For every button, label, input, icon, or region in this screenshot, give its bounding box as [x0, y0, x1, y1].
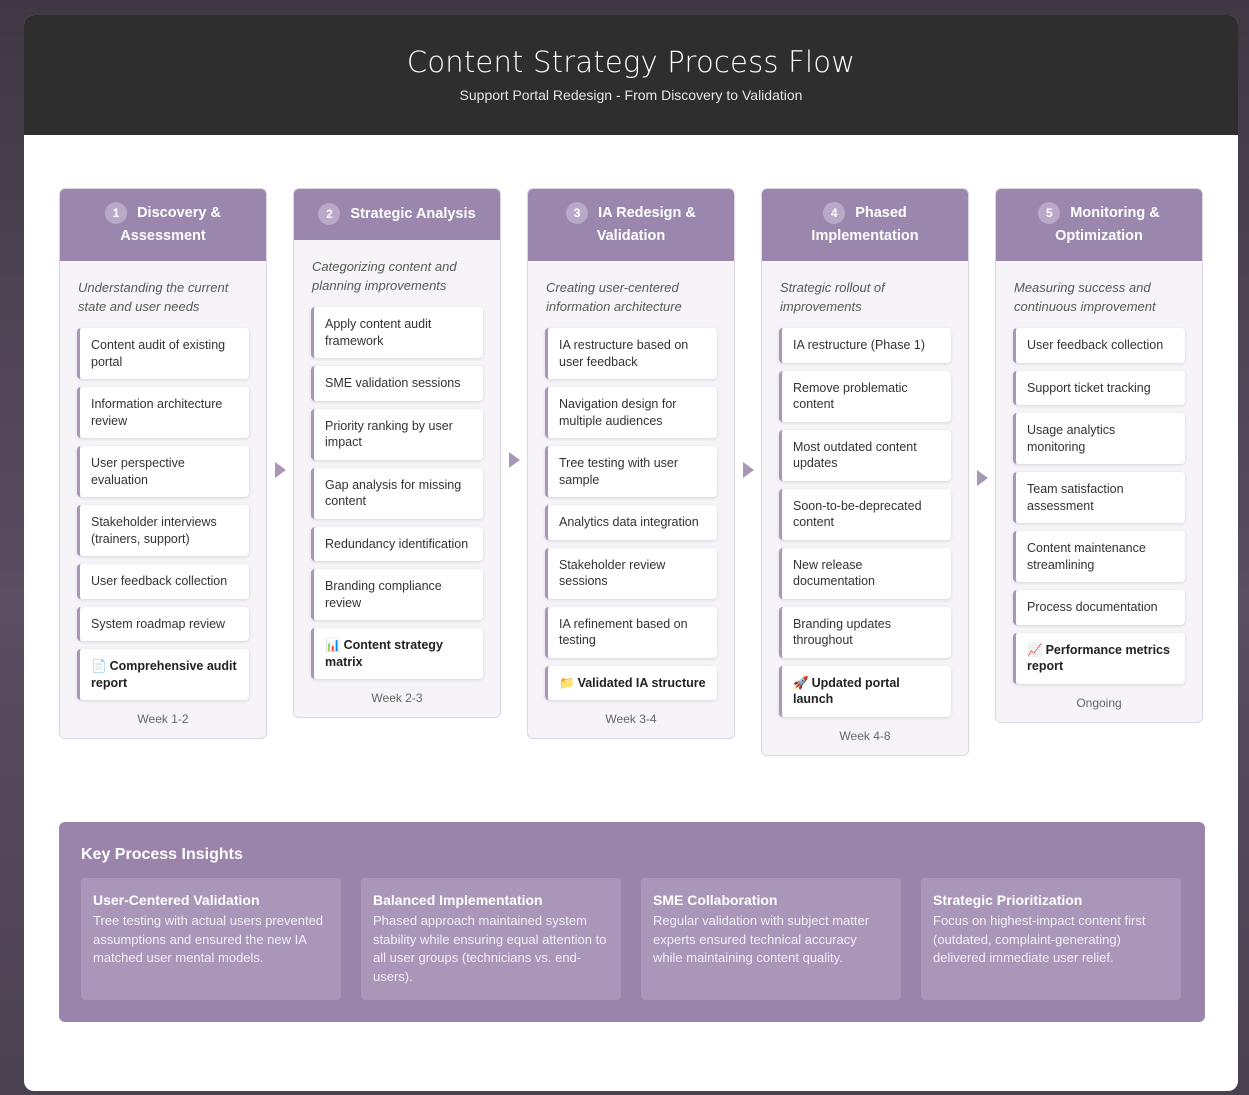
phase-number: 5: [1038, 202, 1061, 225]
phase-2: 2 Strategic Analysis Categorizing content…: [293, 188, 501, 718]
phase-header: 3 IA Redesign & Validation: [528, 189, 734, 261]
phase-number: 3: [566, 202, 589, 225]
phase-3: 3 IA Redesign & Validation Creating user-…: [527, 188, 735, 739]
deliverable-label: Updated portal launch: [793, 675, 900, 707]
phase-timeline: Ongoing: [1076, 695, 1122, 710]
phase-4: 4 Phased Implementation Strategic rollout…: [761, 188, 969, 756]
task-item: Branding compliance review: [311, 569, 483, 620]
phase-timeline: Week 1-2: [137, 712, 189, 726]
task-item: Content audit of existing portal: [77, 328, 249, 379]
task-item: Content maintenance streamlining: [1013, 531, 1185, 582]
deliverable-label: Performance metrics report: [1027, 642, 1170, 674]
folder-icon: 📁: [559, 675, 575, 690]
header: Content Strategy Process Flow Support Po…: [24, 15, 1238, 135]
task-item: User feedback collection: [1013, 328, 1185, 363]
task-item: Team satisfaction assessment: [1013, 472, 1185, 523]
task-item: Gap analysis for missing content: [311, 467, 483, 519]
task-item: Process documentation: [1013, 590, 1185, 625]
task-item: Stakeholder review sessions: [545, 547, 717, 599]
phase-header: 2 Strategic Analysis: [294, 189, 500, 240]
phase-title: Strategic Analysis: [350, 206, 476, 222]
task-item: Redundancy identification: [311, 526, 483, 561]
deliverable: 📄 Comprehensive audit report: [77, 649, 249, 700]
task-item: Most outdated content updates: [779, 429, 951, 481]
rocket-icon: 🚀: [793, 675, 809, 690]
insights-title: Key Process Insights: [81, 846, 243, 863]
phase-number: 2: [318, 203, 341, 226]
phase-description: Understanding the current state and user…: [78, 280, 229, 314]
phase-description: Creating user-centered information archi…: [546, 280, 682, 314]
deliverable-label: Comprehensive audit report: [91, 659, 237, 690]
insight-card: Strategic Prioritization Focus on highes…: [921, 878, 1181, 1000]
insight-card: Balanced Implementation Phased approach …: [361, 878, 621, 1000]
phase-title: Monitoring & Optimization: [1055, 205, 1160, 244]
bar-chart-icon: 📊: [325, 638, 341, 652]
insight-text: Tree testing with actual users prevented…: [93, 913, 324, 965]
phase-header: 5 Monitoring & Optimization: [996, 189, 1202, 261]
task-item: IA restructure based on user feedback: [545, 328, 717, 379]
task-item: Navigation design for multiple audiences: [545, 387, 717, 438]
task-item: Remove problematic content: [779, 370, 951, 422]
phase-5: 5 Monitoring & Optimization Measuring suc…: [995, 188, 1203, 723]
phase-description: Strategic rollout of improvements: [780, 280, 885, 314]
insight-card: SME Collaboration Regular validation wit…: [641, 878, 901, 1000]
insight-text: Regular validation with subject matter e…: [653, 913, 870, 965]
insight-heading: Strategic Prioritization: [933, 892, 1083, 908]
phase-description: Categorizing content and planning improv…: [312, 259, 457, 293]
task-item: IA restructure (Phase 1): [779, 328, 951, 363]
task-item: New release documentation: [779, 547, 951, 599]
flow-arrow-icon: [743, 462, 754, 478]
task-item: IA refinement based on testing: [545, 606, 717, 658]
page-subtitle: Support Portal Redesign - From Discovery…: [459, 87, 803, 103]
trend-chart-icon: 📈: [1027, 642, 1043, 657]
task-item: Apply content audit framework: [311, 307, 483, 358]
task-item: Branding updates throughout: [779, 606, 951, 658]
page-title: Content Strategy Process Flow: [406, 45, 856, 79]
task-item: Usage analytics monitoring: [1013, 413, 1185, 464]
deliverable-label: Validated IA structure: [577, 675, 706, 690]
task-item: Support ticket tracking: [1013, 370, 1185, 405]
phase-timeline: Week 2-3: [371, 691, 423, 705]
task-item: Tree testing with user sample: [545, 446, 717, 497]
flow-arrow-icon: [275, 462, 286, 478]
insight-text: Phased approach maintained system stabil…: [373, 913, 607, 984]
phase-timeline: Week 4-8: [839, 728, 891, 743]
task-item: Analytics data integration: [545, 505, 717, 540]
insight-heading: SME Collaboration: [653, 892, 778, 908]
deliverable: 📁 Validated IA structure: [545, 665, 717, 700]
process-flow: 1 Discovery & Assessment Understanding th…: [59, 188, 1205, 788]
process-card: Content Strategy Process Flow Support Po…: [24, 15, 1238, 1091]
flow-arrow-icon: [977, 470, 988, 486]
task-item: User perspective evaluation: [77, 446, 249, 497]
task-item: System roadmap review: [77, 606, 249, 641]
phase-1: 1 Discovery & Assessment Understanding th…: [59, 188, 267, 739]
phase-title: IA Redesign & Validation: [596, 205, 696, 244]
task-item: User feedback collection: [77, 564, 249, 599]
deliverable-label: Content strategy matrix: [325, 638, 443, 669]
phase-header: 1 Discovery & Assessment: [60, 189, 266, 261]
insight-text: Focus on highest-impact content first (o…: [933, 913, 1146, 965]
insight-heading: Balanced Implementation: [373, 892, 543, 908]
insights-panel: Key Process Insights User-Centered Valid…: [59, 822, 1205, 1022]
phase-number: 4: [823, 202, 846, 225]
phase-number: 1: [105, 202, 128, 225]
task-item: Information architecture review: [77, 387, 249, 438]
deliverable: 🚀 Updated portal launch: [779, 665, 951, 717]
task-item: Stakeholder interviews (trainers, suppor…: [77, 505, 249, 556]
task-item: SME validation sessions: [311, 366, 483, 401]
phase-title: Discovery & Assessment: [120, 205, 221, 244]
phase-header: 4 Phased Implementation: [762, 189, 968, 261]
phase-timeline: Week 3-4: [605, 712, 657, 726]
deliverable: 📊 Content strategy matrix: [311, 628, 483, 679]
flow-arrow-icon: [509, 452, 520, 468]
deliverable: 📈 Performance metrics report: [1013, 632, 1185, 684]
task-item: Priority ranking by user impact: [311, 408, 483, 460]
phase-description: Measuring success and continuous improve…: [1014, 280, 1156, 314]
insight-card: User-Centered Validation Tree testing wi…: [81, 878, 341, 1000]
document-icon: 📄: [91, 659, 107, 673]
insight-heading: User-Centered Validation: [93, 892, 260, 908]
task-item: Soon-to-be-deprecated content: [779, 488, 951, 540]
